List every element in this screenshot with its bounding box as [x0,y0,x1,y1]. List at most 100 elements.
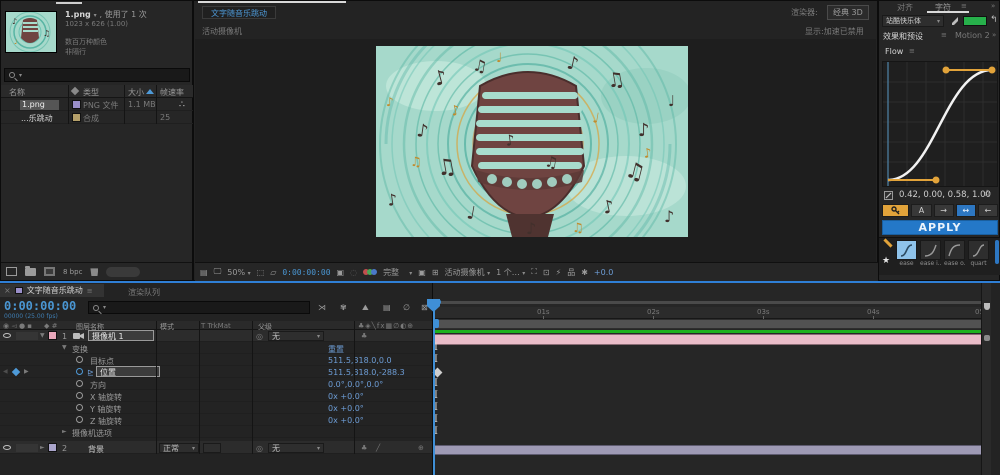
position-value[interactable]: 511.5,318.0,-288.3 [328,368,405,377]
prop-row-yrotation[interactable]: Y 轴旋转 0x +0.0° [0,402,432,414]
column-size[interactable]: 大小 [128,87,144,98]
poi-value[interactable]: 511.5,318.0,0.0 [328,356,392,365]
layer2-blend-mode-dropdown[interactable]: 正常▾ [159,443,199,453]
ease-in-arrow-button[interactable]: ← [978,204,998,217]
layer1-name-field[interactable]: 摄像机 1 [88,330,154,341]
column-trkmat[interactable]: T TrkMat [201,322,231,330]
track-scroll-handle[interactable] [984,335,990,341]
layer-row-background[interactable]: ► 2 背景 正常▾ ◎ 无▾ ♣ ╱ ⊕ [0,441,432,454]
interpret-footage-icon[interactable] [6,267,17,276]
row2-name[interactable]: ...乐跳动 [21,113,53,124]
stopwatch-icon[interactable] [76,392,83,399]
stopwatch-icon[interactable] [76,404,83,411]
time-ruler[interactable]: 01s 02s 03s 04s 05s [433,307,991,319]
layer2-name[interactable]: 背景 [88,444,104,455]
checkerboard-icon[interactable]: ⊞ [432,268,439,277]
layer1-switch-icon[interactable]: ♣ [361,332,367,340]
footage-thumbnail[interactable]: ♪ ♫ ♩ [5,11,57,53]
label-column-icon[interactable] [71,87,79,95]
share-view-icon[interactable]: ⛶ [531,267,537,277]
column-type[interactable]: 类型 [83,87,99,98]
yrotation-value[interactable]: 0x +0.0° [328,404,364,413]
graph-editor-icon[interactable]: ⊠ [421,303,428,312]
region-of-interest-icon[interactable]: ▣ [418,268,426,277]
current-timecode[interactable]: 0:00:00:00 [4,299,76,313]
snapshot-tools-icon[interactable]: ▤ [200,268,208,277]
stopwatch-icon[interactable] [76,416,83,423]
mini-flowchart-icon[interactable]: ⋊ [318,303,326,312]
viewer-tab[interactable]: 文字随音乐跳动 [202,6,276,19]
group-expand-arrow[interactable]: ▼ [62,344,67,351]
layer1-color-swatch[interactable] [48,331,57,340]
layer1-duration-bar[interactable] [434,334,989,345]
dock-overflow-icon[interactable]: » [992,31,996,39]
comp-marker-bin-icon[interactable] [984,303,990,310]
current-time-indicator[interactable] [433,299,435,475]
av-cells[interactable] [16,332,38,340]
prop-row-xrotation[interactable]: X 轴旋转 0x +0.0° [0,390,432,402]
project-row-comp[interactable]: ...乐跳动 合成 25 [1,111,194,124]
layer2-switch-shy[interactable]: ♣ [361,444,367,452]
timeline-tab-queue[interactable]: 渲染队列 [128,287,160,298]
show-snapshot-icon[interactable]: ◌ [350,268,357,277]
parent-pickwhip-icon[interactable]: ◎ [256,444,263,453]
renderer-button[interactable]: 经典 3D [827,5,869,20]
timeline-tab-comp[interactable]: × 文字随音乐跳动 ≡ [0,284,104,297]
timeline-navigator[interactable] [437,301,987,304]
layer-expand-arrow[interactable]: ▼ [40,332,45,339]
preset-ease-out[interactable]: ease o.. [944,240,965,267]
add-keyframe-icon[interactable] [12,368,20,376]
layer2-parent-dropdown[interactable]: 无▾ [268,443,324,453]
tab-effects-presets[interactable]: 效果和预设 [883,31,923,42]
layer2-color-swatch[interactable] [48,443,57,452]
close-icon[interactable]: × [4,286,11,295]
work-area-bar[interactable] [434,319,989,329]
frame-blend-icon[interactable]: ▤ [383,303,391,312]
eye-icon[interactable] [3,445,11,450]
text-tool-button[interactable]: A [911,204,931,217]
trkmat-cell[interactable] [203,443,221,453]
project-row-1png[interactable]: 1.png PNG 文件 1.1 MB ∴ [1,98,194,111]
sort-ascending-icon[interactable] [146,89,154,94]
flow-curve-editor[interactable] [882,61,998,187]
eyedropper-icon[interactable] [951,16,959,26]
pixel-aspect-icon[interactable]: ⊡ [543,268,550,277]
exposure-value[interactable]: +0.0 [594,268,613,277]
resolution-dropdown[interactable]: 完整 ▾ [383,267,412,278]
channels-icon[interactable] [363,269,377,275]
draft-3d-icon[interactable]: ✾ [340,303,347,312]
fast-preview-icon[interactable]: ⚡ [556,268,562,277]
xrotation-value[interactable]: 0x +0.0° [328,392,364,401]
prop-row-zrotation[interactable]: Z 轴旋转 0x +0.0° [0,414,432,426]
dimension-link-icon[interactable]: ⊵ [87,368,94,377]
work-area-start-bracket[interactable] [434,319,439,328]
snapshot-camera-icon[interactable]: ▣ [337,268,345,277]
key-tool-button[interactable] [882,204,909,217]
reset-color-icon[interactable]: ↰ [990,15,998,25]
character-menu-icon[interactable]: ≡ [961,2,967,10]
shy-icon[interactable]: ⛰ [362,303,369,313]
timeline-search-input[interactable]: ▾ [88,301,310,314]
preset-ease[interactable]: ease [896,240,917,267]
roi-icon[interactable]: ⬚ [257,268,265,277]
ease-both-arrow-button[interactable]: ↔ [956,204,976,217]
zrotation-value[interactable]: 0x +0.0° [328,416,364,425]
next-keyframe-icon[interactable]: ▶ [24,368,29,375]
parent-pickwhip-icon[interactable]: ◎ [256,332,263,341]
prop-row-poi[interactable]: 目标点 511.5,318.0,0.0 [0,354,432,366]
gear-icon[interactable]: ✱ [581,268,588,277]
camera-view-dropdown[interactable]: 活动摄像机 ▾ [445,267,491,278]
file-title-chevron-icon[interactable]: ▾ [94,12,97,19]
right-drag-handle[interactable] [927,11,969,13]
tab-align[interactable]: 对齐 [897,2,913,13]
transparency-grid-icon[interactable]: ▱ [270,268,276,277]
stopwatch-icon[interactable] [76,380,83,387]
screen-icon[interactable]: 🖵 [214,267,222,277]
favorites-icon[interactable]: ★ [882,256,890,266]
orientation-value[interactable]: 0.0°,0.0°,0.0° [328,380,383,389]
tab-flow[interactable]: Flow [885,47,903,56]
favorite-star-icon[interactable]: ☆ [983,189,991,199]
stopwatch-active-icon[interactable] [76,368,83,375]
tab-menu-icon[interactable]: ≡ [87,287,93,295]
preset-scrollbar[interactable] [995,240,999,264]
